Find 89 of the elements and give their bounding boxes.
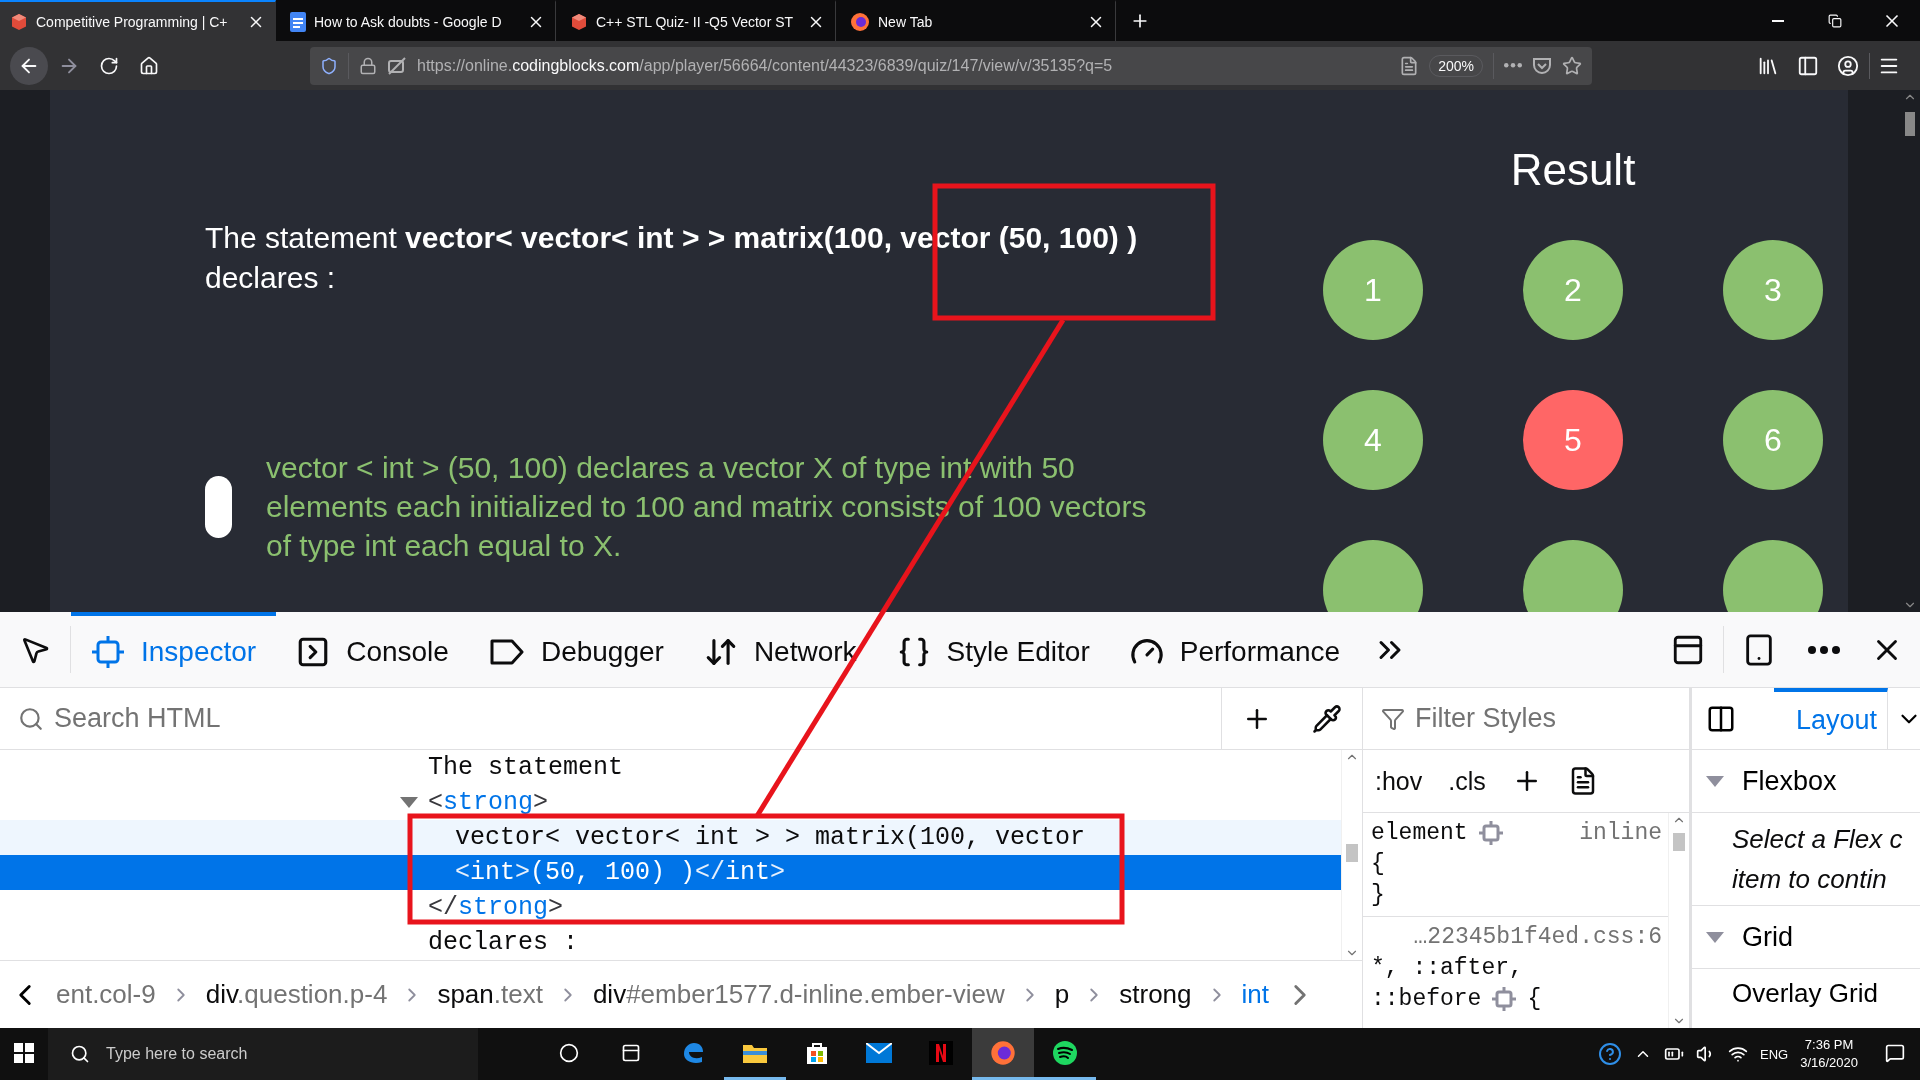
taskbar-search-field[interactable]: Type here to search bbox=[104, 1044, 315, 1064]
option-indicator[interactable] bbox=[205, 475, 232, 538]
twisty-icon[interactable] bbox=[1706, 775, 1724, 787]
section-title[interactable]: Grid bbox=[1742, 921, 1793, 953]
clock[interactable]: 7:36 PM 3/16/2020 bbox=[1800, 1036, 1858, 1072]
search-icon bbox=[70, 1044, 90, 1064]
html-node-line[interactable]: <strong> bbox=[428, 788, 549, 817]
filter-field[interactable]: Filter Styles bbox=[1413, 702, 1771, 735]
brace-text: } bbox=[1371, 881, 1385, 908]
html-node-line[interactable]: The statement bbox=[428, 753, 624, 782]
inspector-icon bbox=[91, 634, 125, 669]
shopping-bag-icon bbox=[805, 1040, 829, 1065]
language-indicator[interactable]: ENG bbox=[1760, 1046, 1789, 1062]
crossed-camera-icon bbox=[387, 55, 407, 76]
help-icon bbox=[1598, 1042, 1622, 1066]
address-field[interactable]: https://online.codingblocks.com/app/player/56664/content/44323/6839/quiz/147/view/v/35135?q=5 200% bbox=[310, 46, 1592, 85]
breadcrumb[interactable]: p bbox=[1054, 979, 1070, 1010]
letter-tile-icon bbox=[929, 1040, 953, 1065]
url-text: https://online.codingblocks.com/app/player/56664/content/44323/6839/quiz/147/view/v/35135?q=5 bbox=[417, 56, 1114, 75]
question-number[interactable] bbox=[1323, 540, 1423, 612]
more-icon bbox=[1504, 63, 1522, 68]
breadcrumb[interactable]: div.question.p-4 bbox=[205, 979, 388, 1010]
devtools-tab[interactable]: Performance bbox=[1109, 612, 1361, 687]
question-number[interactable] bbox=[1723, 540, 1823, 612]
pocket-icon bbox=[1532, 55, 1552, 76]
brace-text: { bbox=[1371, 850, 1385, 877]
edge-icon bbox=[681, 1040, 705, 1065]
four-squares-icon bbox=[14, 1042, 34, 1063]
cube-icon bbox=[10, 12, 28, 31]
task-view-icon bbox=[621, 1042, 641, 1063]
crosshair-icon[interactable] bbox=[1491, 985, 1518, 1012]
restore-icon bbox=[1827, 13, 1842, 28]
scroll-thumb[interactable] bbox=[1673, 833, 1685, 851]
rule-source[interactable]: …22345b1f4ed.css:6 bbox=[1413, 923, 1662, 950]
star-icon bbox=[1562, 55, 1582, 76]
breadcrumb[interactable]: span.text bbox=[437, 979, 543, 1010]
devtools-tab[interactable]: Style Editor bbox=[876, 612, 1110, 687]
brace-text: { bbox=[1527, 985, 1542, 1012]
breadcrumb[interactable]: ent.col-9 bbox=[56, 979, 156, 1010]
question-number[interactable] bbox=[1523, 540, 1623, 612]
sidebar-icon bbox=[1797, 54, 1819, 77]
rule-selector: ::before bbox=[1371, 985, 1482, 1012]
hint-text: Select a Flex c item to contin bbox=[1692, 813, 1920, 906]
scroll-thumb[interactable] bbox=[1346, 844, 1358, 862]
subheading: Overlay Grid bbox=[1731, 977, 1879, 1009]
home-icon bbox=[139, 55, 159, 76]
layout-tab[interactable]: Layout bbox=[1774, 688, 1889, 749]
search-field[interactable]: Search HTML bbox=[52, 702, 1221, 735]
devtools-tab[interactable]: Inspector bbox=[71, 612, 277, 687]
crosshair-icon[interactable] bbox=[1477, 819, 1504, 846]
pseudo-toggle[interactable]: :hov bbox=[1375, 766, 1423, 796]
twisty-icon[interactable] bbox=[400, 797, 418, 808]
devtools-tab[interactable]: Debugger bbox=[468, 612, 684, 687]
fox-globe-icon bbox=[850, 11, 870, 32]
envelope-icon bbox=[866, 1042, 892, 1063]
section-title[interactable]: Flexbox bbox=[1742, 765, 1837, 797]
sound-waves-icon bbox=[1052, 1039, 1078, 1066]
twisty-icon[interactable] bbox=[1706, 931, 1724, 943]
html-node-line[interactable]: declares : bbox=[428, 928, 579, 957]
shield-icon bbox=[320, 56, 338, 75]
cube-icon bbox=[570, 12, 588, 31]
pseudo-toggle[interactable]: .cls bbox=[1448, 766, 1486, 796]
breadcrumb[interactable]: strong bbox=[1119, 979, 1192, 1010]
reader-view-icon bbox=[1399, 55, 1420, 76]
fox-globe-icon bbox=[990, 1039, 1016, 1066]
rule-source[interactable]: inline bbox=[1579, 819, 1662, 846]
wifi-icon bbox=[1728, 1044, 1748, 1064]
account-icon bbox=[1837, 54, 1859, 77]
lock-icon bbox=[359, 56, 377, 75]
breadcrumb[interactable]: int bbox=[1241, 979, 1269, 1010]
more-icon bbox=[1808, 645, 1840, 654]
filter-icon bbox=[1381, 706, 1405, 731]
scroll-thumb[interactable] bbox=[1905, 112, 1915, 136]
browser-tab[interactable]: Competitive Programming | C+ bbox=[0, 0, 276, 41]
back-button[interactable] bbox=[10, 46, 48, 85]
eyedropper-icon bbox=[1312, 703, 1342, 734]
circle-icon bbox=[559, 1042, 579, 1063]
search-icon bbox=[18, 705, 44, 732]
message-icon bbox=[1885, 1042, 1905, 1063]
minimize-icon bbox=[1771, 19, 1784, 22]
devtools-tab[interactable]: Console bbox=[276, 612, 469, 687]
html-node-line[interactable]: </strong> bbox=[428, 893, 564, 922]
devtools-tab[interactable]: Network bbox=[683, 612, 877, 687]
rule-selector: *, ::after, bbox=[1371, 954, 1523, 981]
breadcrumb[interactable]: div#ember1577.d-inline.ember-view bbox=[592, 979, 1005, 1010]
document-icon bbox=[290, 11, 306, 32]
result-title: Result bbox=[1510, 144, 1636, 196]
reload-icon bbox=[99, 55, 119, 76]
rule-selector: element bbox=[1371, 819, 1468, 846]
